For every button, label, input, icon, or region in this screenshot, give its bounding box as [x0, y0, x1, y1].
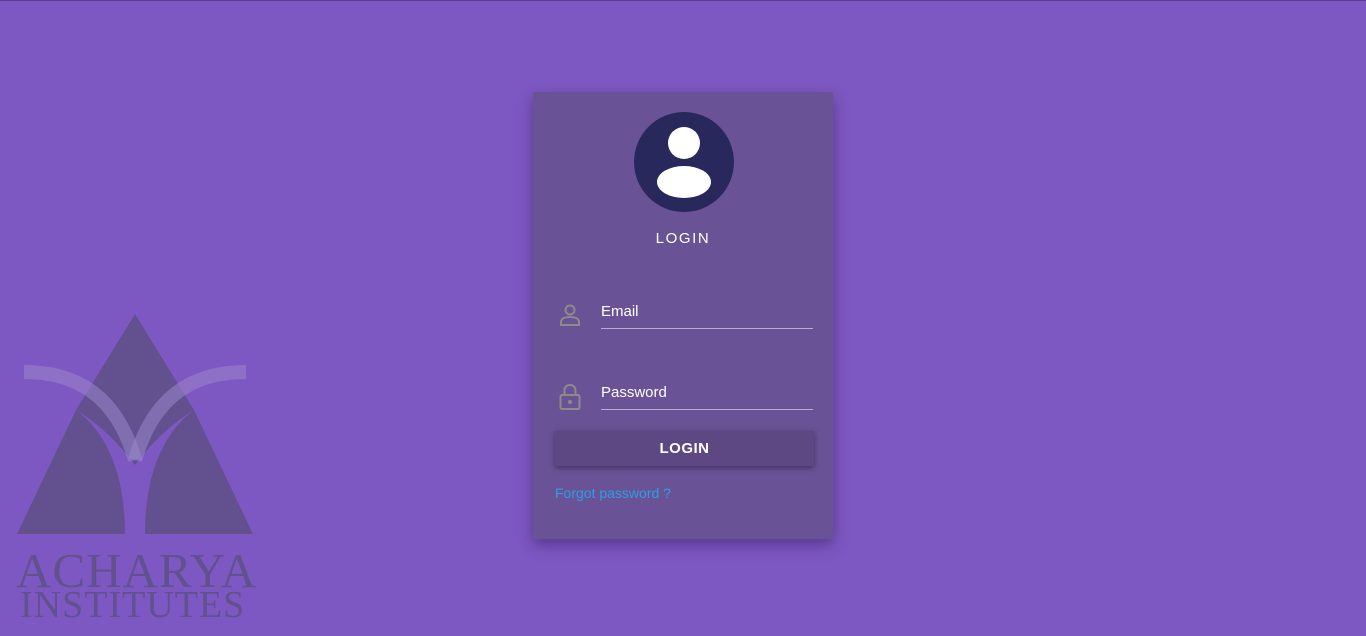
- avatar-head: [668, 127, 700, 159]
- top-border: [0, 0, 1366, 1]
- avatar-icon: [634, 112, 734, 212]
- user-outline-icon: [555, 300, 585, 330]
- email-field-group: [555, 290, 813, 332]
- forgot-password-link[interactable]: Forgot password ?: [555, 485, 671, 501]
- logo-text-line2: INSTITUTES: [20, 584, 246, 626]
- avatar-body: [657, 166, 711, 198]
- lock-icon: [555, 381, 585, 411]
- password-field-group: [555, 371, 813, 413]
- login-button[interactable]: LOGIN: [555, 431, 814, 466]
- email-input[interactable]: [601, 294, 813, 329]
- logo-emblem-icon: [17, 314, 253, 534]
- password-input[interactable]: [601, 375, 813, 410]
- institute-logo: ACHARYA INSTITUTES: [10, 310, 270, 630]
- login-card: LOGIN LOGIN Forgot password ?: [533, 92, 833, 539]
- login-title: LOGIN: [655, 230, 711, 247]
